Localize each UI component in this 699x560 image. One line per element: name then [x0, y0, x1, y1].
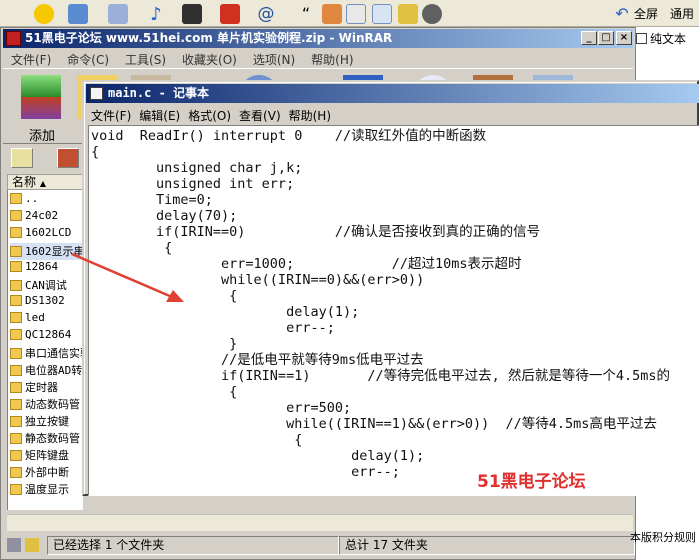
annotation-arrow	[71, 252, 184, 302]
